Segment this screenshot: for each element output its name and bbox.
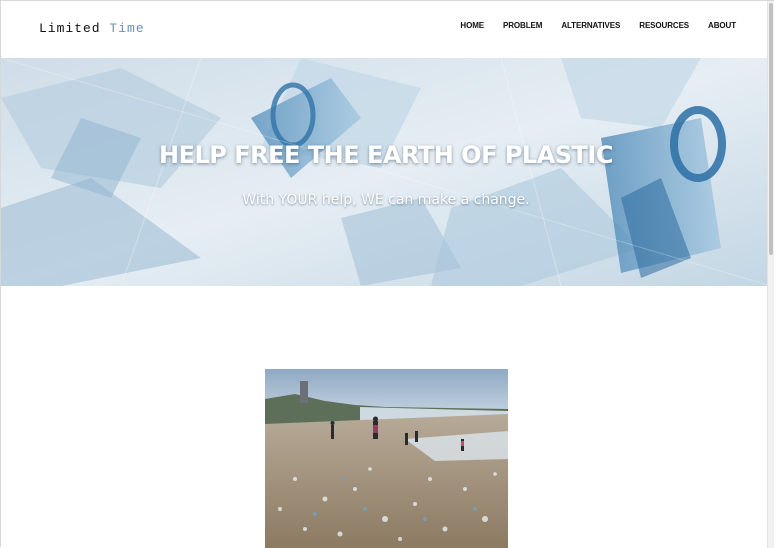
logo-word-limited: Limited — [39, 21, 101, 36]
nav-alternatives[interactable]: ALTERNATIVES — [561, 21, 620, 30]
beach-pollution-image — [265, 369, 508, 548]
logo-word-time: Time — [109, 21, 145, 36]
nav-resources[interactable]: RESOURCES — [639, 21, 689, 30]
nav-home[interactable]: HOME — [460, 21, 484, 30]
hero-title: HELP FREE THE EARTH OF PLASTIC — [159, 141, 613, 169]
nav-about[interactable]: ABOUT — [708, 21, 736, 30]
page-scrollbar[interactable] — [767, 1, 774, 548]
scrollbar-thumb[interactable] — [769, 3, 773, 255]
hero-subtitle: With YOUR help, WE can make a change. — [242, 192, 530, 208]
hero-background-image — [1, 58, 771, 286]
hero-banner: HELP FREE THE EARTH OF PLASTIC With YOUR… — [1, 58, 771, 286]
site-logo[interactable]: Limited Time — [39, 21, 145, 36]
main-nav: HOME PROBLEM ALTERNATIVES RESOURCES ABOU… — [441, 21, 736, 30]
nav-problem[interactable]: PROBLEM — [503, 21, 542, 30]
page-frame: Limited Time HOME PROBLEM ALTERNATIVES R… — [0, 0, 774, 548]
navbar: Limited Time HOME PROBLEM ALTERNATIVES R… — [1, 1, 771, 58]
